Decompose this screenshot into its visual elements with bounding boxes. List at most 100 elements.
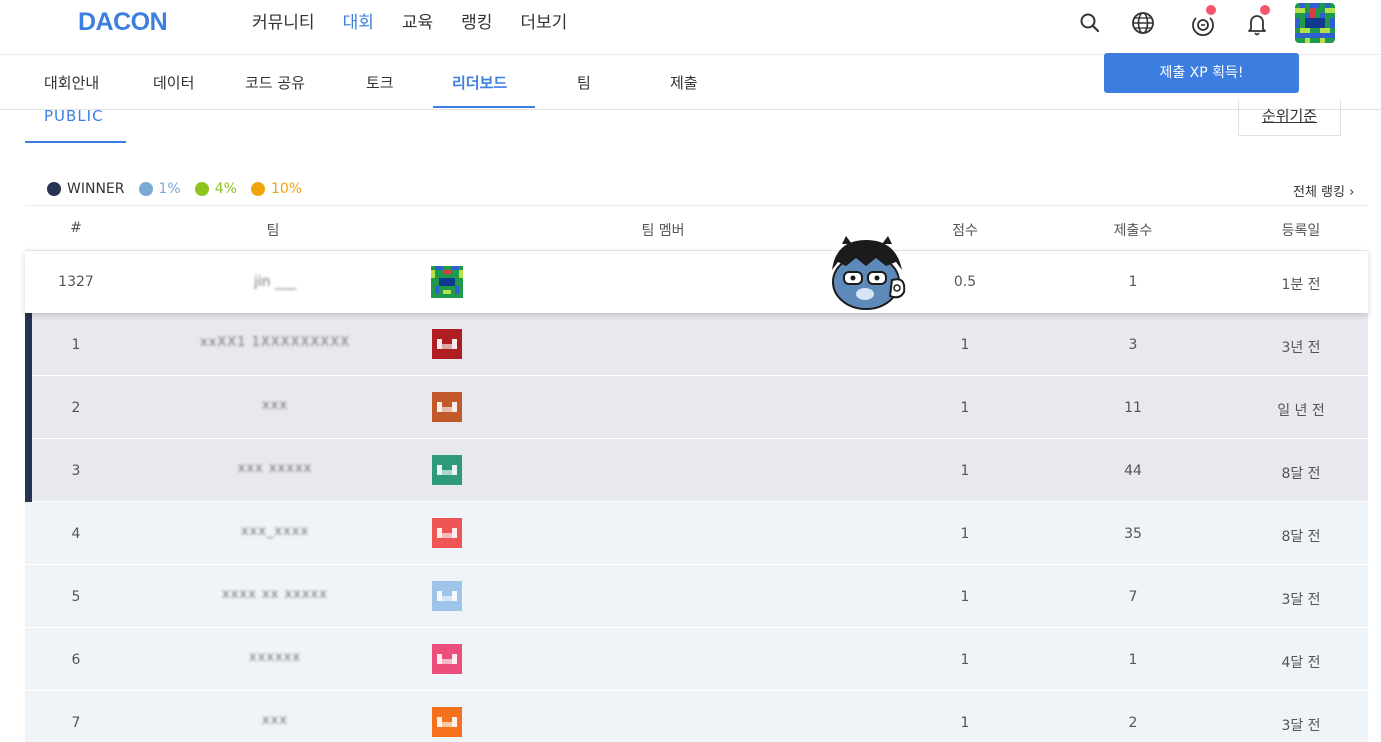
legend-1pct: 1% xyxy=(138,181,181,197)
table-row[interactable]: 4 xxx_xxxx 1 35 8달 전 xyxy=(25,502,1368,565)
legend-winner: WINNER xyxy=(47,181,125,197)
team-avatar xyxy=(432,329,462,359)
row-team-name[interactable]: xxx_xxxx xyxy=(185,524,365,539)
xp-notification-dot xyxy=(1204,3,1218,17)
legend-dot-icon xyxy=(194,182,209,196)
tab-public[interactable]: PUBLIC xyxy=(25,108,126,143)
team-avatar xyxy=(432,581,462,611)
row-team-name[interactable]: xxx xyxy=(185,713,365,728)
row-date: 8달 전 xyxy=(1281,466,1321,482)
row-submissions: 44 xyxy=(1124,463,1142,479)
subnav-leaderboard[interactable]: 리더보드 xyxy=(452,72,507,93)
legend-dot-icon xyxy=(138,182,153,196)
all-ranking-link[interactable]: 전체 랭킹 › xyxy=(1293,181,1354,200)
my-team-avatar xyxy=(431,266,463,298)
row-score: 1 xyxy=(960,463,970,479)
table-row[interactable]: 6 xxxxxx 1 1 4달 전 xyxy=(25,628,1368,691)
row-date: 8달 전 xyxy=(1281,529,1321,545)
row-team-name[interactable]: xxxxxx xyxy=(185,650,365,665)
row-date: 3년 전 xyxy=(1281,340,1321,356)
bell-notification-dot xyxy=(1258,3,1272,17)
table-row[interactable]: 1 xxXX1 1XXXXXXXXX 1 3 3년 전 xyxy=(25,313,1368,376)
legend-dot-icon xyxy=(250,182,265,196)
subnav-submit[interactable]: 제출 xyxy=(670,72,698,93)
legend-dot-icon xyxy=(47,182,61,196)
header-score[interactable]: 점수 xyxy=(935,220,995,240)
row-rank: 4 xyxy=(71,526,81,542)
nav-competition[interactable]: 대회 xyxy=(343,12,374,34)
table-row[interactable]: 5 xxxx xx xxxxx 1 7 3달 전 xyxy=(25,565,1368,628)
row-rank: 1 xyxy=(71,337,81,353)
row-score: 1 xyxy=(960,589,970,605)
row-rank: 2 xyxy=(71,400,81,416)
subnav-talk[interactable]: 토크 xyxy=(366,72,394,93)
row-submissions: 35 xyxy=(1124,526,1142,542)
team-avatar xyxy=(432,644,462,674)
header-members: 팀 멤버 xyxy=(641,223,685,239)
nav-community[interactable]: 커뮤니티 xyxy=(252,12,315,34)
row-team-name[interactable]: xxxx xx xxxxx xyxy=(185,587,365,602)
row-team-name[interactable]: xxx xxxxx xyxy=(185,461,365,476)
nav-more[interactable]: 더보기 xyxy=(520,12,567,34)
row-score: 1 xyxy=(960,400,970,416)
my-rank: 1327 xyxy=(58,274,94,290)
legend-4pct: 4% xyxy=(194,181,237,197)
winner-indicator xyxy=(25,313,32,376)
my-submissions: 1 xyxy=(1128,274,1138,290)
row-submissions: 7 xyxy=(1128,589,1138,605)
mascot-sticker xyxy=(826,236,910,312)
row-team-name[interactable]: xxx xyxy=(185,398,365,413)
row-date: 일 년 전 xyxy=(1277,403,1325,419)
subnav-code-share[interactable]: 코드 공유 xyxy=(245,72,305,93)
row-score: 1 xyxy=(960,337,970,353)
subnav-active-underline xyxy=(433,106,535,108)
row-date: 3달 전 xyxy=(1281,592,1321,608)
dacon-logo[interactable]: DACON xyxy=(78,8,168,37)
team-avatar xyxy=(432,392,462,422)
row-team-name[interactable]: xxXX1 1XXXXXXXXX xyxy=(185,335,365,350)
row-rank: 7 xyxy=(71,715,81,731)
row-date: 4달 전 xyxy=(1281,655,1321,671)
header-rank: # xyxy=(70,220,82,236)
globe-icon[interactable] xyxy=(1130,10,1158,38)
legend-10pct: 10% xyxy=(250,181,302,197)
team-avatar xyxy=(432,707,462,737)
subnav-data[interactable]: 데이터 xyxy=(153,72,194,93)
user-avatar[interactable] xyxy=(1295,3,1335,43)
row-rank: 5 xyxy=(71,589,81,605)
subnav-team[interactable]: 팀 xyxy=(577,72,591,93)
row-date: 3달 전 xyxy=(1281,718,1321,734)
table-row[interactable]: 2 xxx 1 11 일 년 전 xyxy=(25,376,1368,439)
header-submissions[interactable]: 제출수 xyxy=(1103,220,1163,240)
rank-criteria-button[interactable]: 순위기준 xyxy=(1238,100,1341,136)
search-icon[interactable] xyxy=(1076,10,1104,38)
nav-education[interactable]: 교육 xyxy=(402,12,433,34)
row-submissions: 11 xyxy=(1124,400,1142,416)
team-avatar xyxy=(432,455,462,485)
table-row[interactable]: 7 xxx 1 2 3달 전 xyxy=(25,691,1368,742)
rank-legend: WINNER 1% 4% 10% xyxy=(47,181,316,197)
nav-ranking[interactable]: 랭킹 xyxy=(461,12,492,34)
header-team: 팀 xyxy=(266,223,280,239)
winner-indicator xyxy=(25,376,32,439)
main-nav: 커뮤니티 대회 교육 랭킹 더보기 xyxy=(252,12,595,34)
my-score: 0.5 xyxy=(953,274,977,290)
my-team-name: jin ___ xyxy=(253,274,297,290)
winner-indicator xyxy=(25,439,32,502)
row-submissions: 2 xyxy=(1128,715,1138,731)
header-date[interactable]: 등록일 xyxy=(1271,220,1331,240)
my-date: 1분 전 xyxy=(1281,277,1321,293)
my-team-row[interactable]: 1327 jin ___ 0.5 1 1분 전 xyxy=(25,251,1368,313)
row-score: 1 xyxy=(960,526,970,542)
subnav-overview[interactable]: 대회안내 xyxy=(44,72,99,93)
row-score: 1 xyxy=(960,715,970,731)
row-rank: 3 xyxy=(71,463,81,479)
row-score: 1 xyxy=(960,652,970,668)
table-row[interactable]: 3 xxx xxxxx 1 44 8달 전 xyxy=(25,439,1368,502)
row-submissions: 3 xyxy=(1128,337,1138,353)
team-avatar xyxy=(432,518,462,548)
row-rank: 6 xyxy=(71,652,81,668)
table-header: # 팀 팀 멤버 점수 제출수 등록일 xyxy=(25,205,1368,251)
top-header: DACON 커뮤니티 대회 교육 랭킹 더보기 xyxy=(0,0,1381,55)
competition-subnav: 대회안내 데이터 코드 공유 토크 리더보드 팀 제출 xyxy=(0,56,1381,110)
